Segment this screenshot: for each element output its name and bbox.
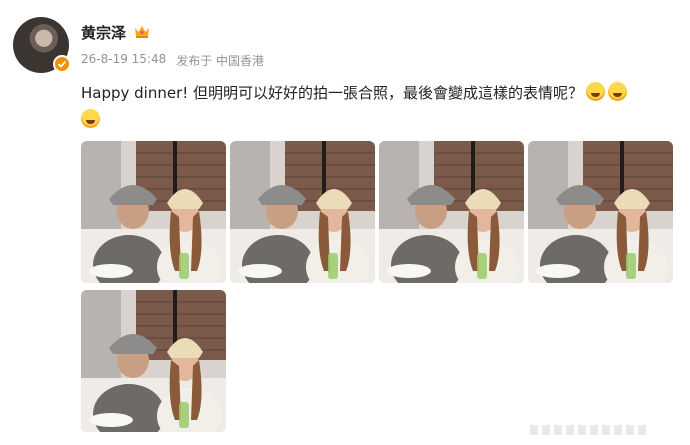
author-name[interactable]: 黄宗泽: [81, 22, 126, 43]
laugh-cry-icon: [608, 82, 628, 101]
photo-thumbnail[interactable]: [230, 141, 375, 283]
crown-icon: [135, 26, 149, 38]
post-meta: 26-8-19 15:48 发布于 中国香港: [81, 52, 264, 69]
laugh-cry-icon: [586, 82, 606, 101]
photo-thumbnail[interactable]: [81, 290, 226, 432]
photo-thumbnail[interactable]: [528, 141, 673, 283]
laugh-cry-icon: [81, 109, 100, 128]
post-text: Happy dinner! 但明明可以好好的拍一張合照，最後會變成這樣的表情呢？: [81, 80, 681, 134]
author-avatar[interactable]: [13, 17, 71, 73]
watermark: [530, 425, 650, 435]
post-body: Happy dinner! 但明明可以好好的拍一張合照，最後會變成這樣的表情呢？: [81, 84, 584, 102]
post-date[interactable]: 26-8-19 15:48: [81, 52, 166, 69]
verified-badge-icon: [53, 55, 71, 73]
photo-thumbnail[interactable]: [379, 141, 524, 283]
photo-thumbnail[interactable]: [81, 141, 226, 283]
post-source: 发布于 中国香港: [176, 54, 265, 68]
